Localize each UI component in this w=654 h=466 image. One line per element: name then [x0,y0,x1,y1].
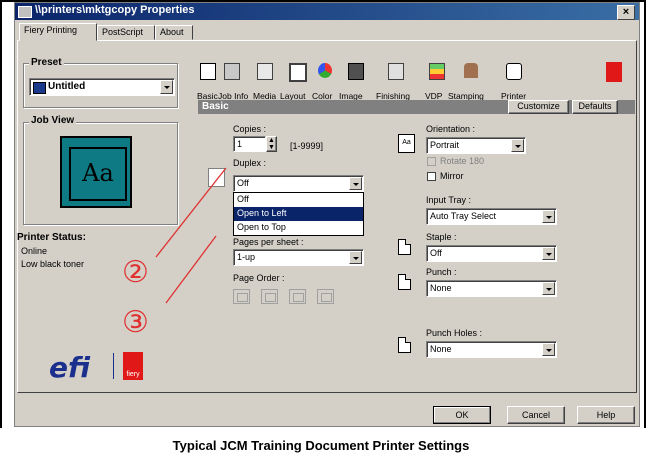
annotation-marker-2: ② [122,255,149,290]
annotation-line-3 [165,235,217,304]
annotation-marker-3: ③ [122,305,149,340]
annotation-line-2 [155,167,227,258]
annotation-layer [155,167,227,304]
